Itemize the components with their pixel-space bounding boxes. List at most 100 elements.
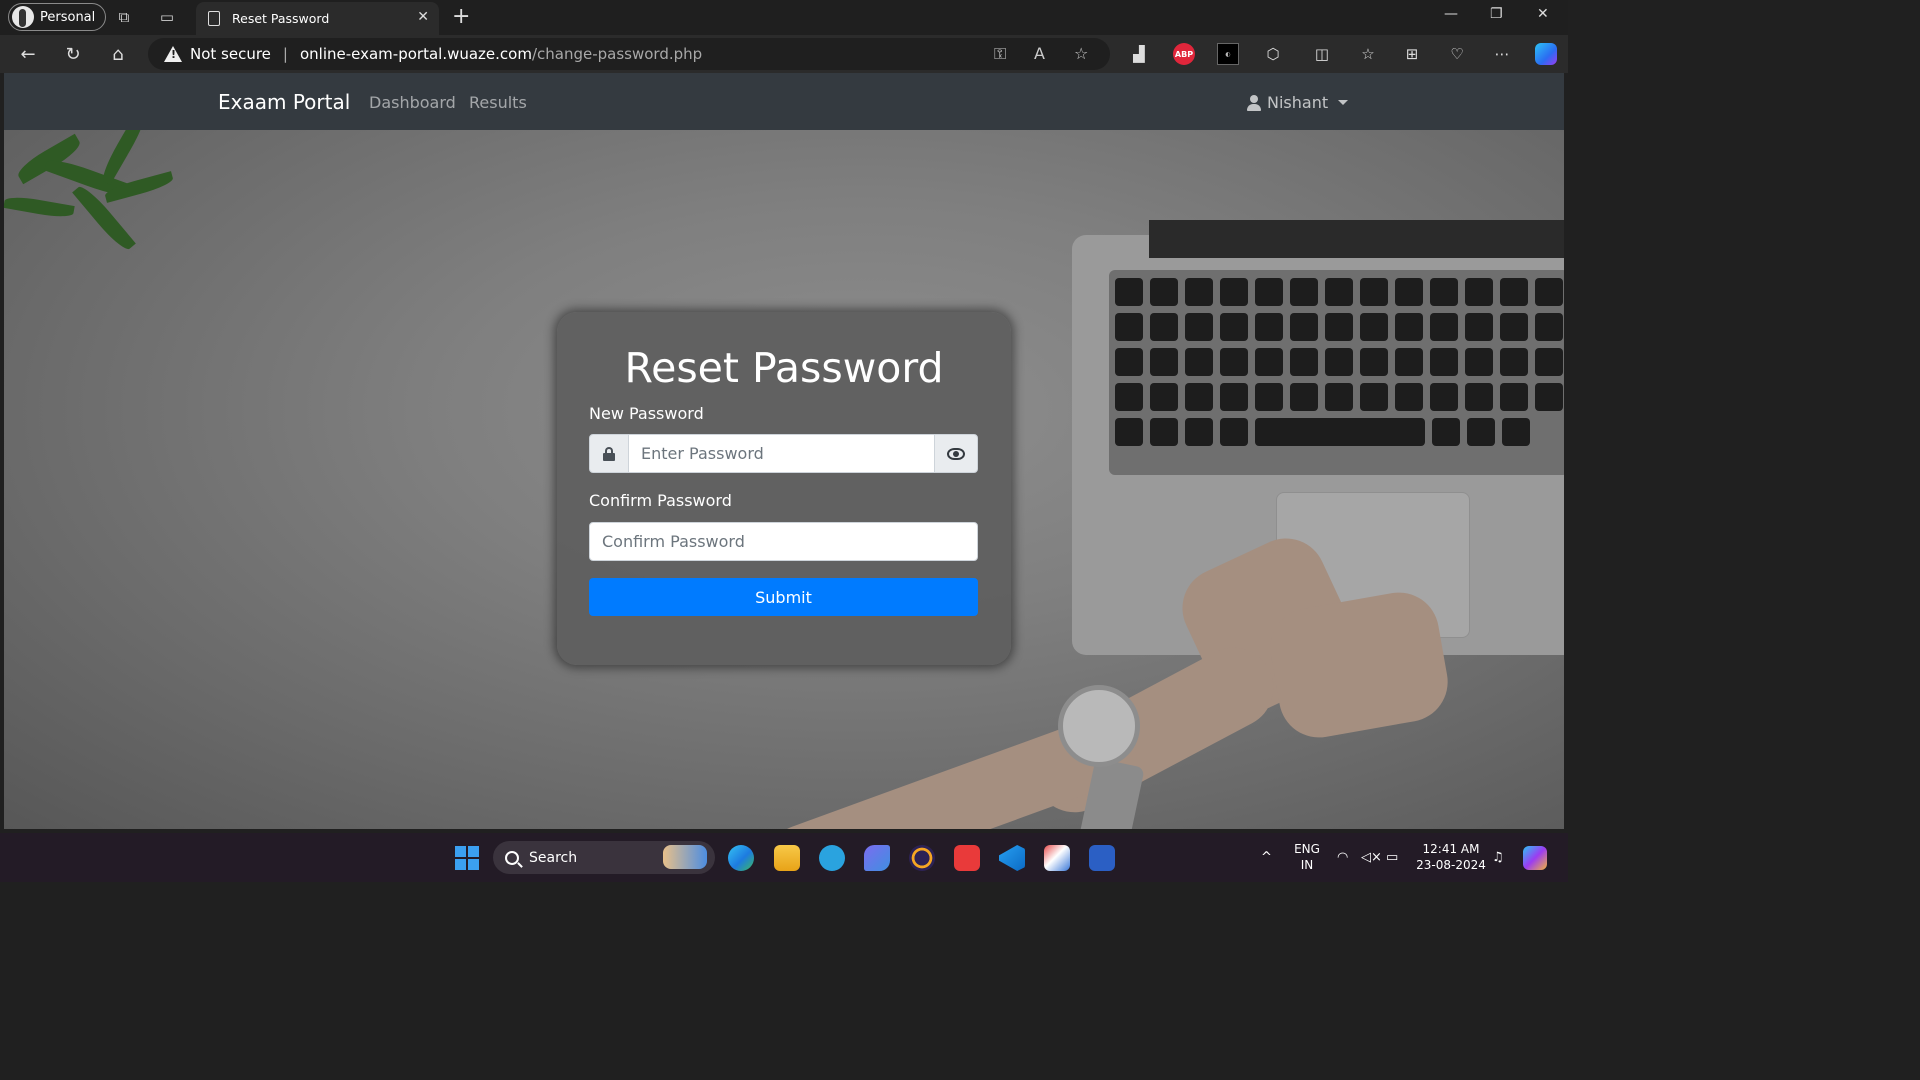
notification-bell-icon[interactable]: ♫ [1492, 850, 1504, 865]
key [1535, 348, 1563, 376]
address-bar[interactable]: Not secure | online-exam-portal.wuaze.co… [148, 38, 1110, 70]
browser-toolbar: ← ↻ ⌂ Not secure | online-exam-portal.wu… [0, 35, 1568, 73]
clock-date[interactable]: 23-08-2024 [1414, 858, 1488, 872]
favorite-star-icon[interactable]: ☆ [1074, 44, 1088, 63]
user-dropdown[interactable]: Nishant [1247, 93, 1349, 112]
web-page: Exaam Portal Dashboard Results Nishant R… [4, 73, 1564, 829]
key [1465, 383, 1493, 411]
caret-down-icon [1338, 100, 1349, 105]
copilot-taskbar-icon[interactable] [1523, 846, 1547, 870]
key [1360, 383, 1388, 411]
key [1360, 313, 1388, 341]
key [1432, 418, 1460, 446]
tab-actions-icon[interactable]: ▭ [158, 8, 176, 26]
home-icon[interactable]: ⌂ [107, 43, 129, 65]
profile-avatar [12, 6, 34, 28]
windows-taskbar: Search ^ ENG IN ◠ ◁× ▭ 12:41 AM 23-08-20… [0, 833, 1568, 882]
app-icon[interactable] [864, 845, 890, 871]
key [1115, 278, 1143, 306]
key [1430, 348, 1458, 376]
restore-icon[interactable]: ❐ [1490, 6, 1503, 22]
file-explorer-icon[interactable] [774, 845, 800, 871]
collections-icon[interactable]: ⊞ [1401, 43, 1423, 65]
key [1255, 418, 1425, 446]
telegram-icon[interactable] [819, 845, 845, 871]
taskbar-search[interactable]: Search [493, 841, 715, 874]
page-icon [208, 11, 220, 26]
nav-link-results[interactable]: Results [469, 93, 527, 112]
adblock-plus-icon[interactable]: ABP [1173, 43, 1195, 65]
key [1255, 383, 1283, 411]
key [1255, 348, 1283, 376]
nav-link-dashboard[interactable]: Dashboard [369, 93, 456, 112]
url-host[interactable]: online-exam-portal.wuaze.com [300, 45, 532, 63]
user-icon [1247, 94, 1261, 111]
lock-addon [589, 434, 629, 473]
back-icon[interactable]: ← [17, 43, 39, 65]
key [1255, 278, 1283, 306]
key [1430, 383, 1458, 411]
security-label[interactable]: Not secure [190, 45, 271, 63]
browser-essentials-icon[interactable]: ♡ [1446, 43, 1468, 65]
laptop-hinge [1149, 220, 1564, 258]
key-row [1115, 278, 1563, 306]
windows-start-icon[interactable] [455, 846, 479, 870]
profile-label: Personal [40, 9, 96, 25]
background-image: Reset Password New Password Confirm Pass… [4, 130, 1564, 829]
new-tab-icon[interactable]: + [452, 4, 470, 29]
profile-button[interactable]: Personal [8, 3, 107, 31]
more-icon[interactable]: ⋯ [1491, 43, 1513, 65]
vscode-icon[interactable] [999, 845, 1025, 871]
key-row [1115, 348, 1563, 376]
wifi-icon[interactable]: ◠ [1337, 850, 1348, 865]
key [1150, 348, 1178, 376]
new-password-input[interactable] [629, 434, 934, 473]
speaker-muted-icon[interactable]: ◁× [1361, 850, 1382, 865]
key [1467, 418, 1495, 446]
split-screen-icon[interactable]: ◫ [1311, 43, 1333, 65]
minimize-icon[interactable]: — [1444, 6, 1458, 22]
word-icon[interactable] [1089, 845, 1115, 871]
key [1430, 313, 1458, 341]
region-code[interactable]: IN [1292, 858, 1322, 872]
key-icon[interactable]: ⚿ [994, 44, 1006, 64]
eclipse-icon[interactable] [909, 845, 935, 871]
close-tab-icon[interactable]: ✕ [417, 9, 429, 25]
key [1465, 313, 1493, 341]
read-aloud-icon[interactable]: A [1034, 44, 1045, 63]
refresh-icon[interactable]: ↻ [62, 43, 84, 65]
search-icon [505, 850, 519, 865]
edge-icon[interactable] [728, 845, 754, 871]
copilot-icon[interactable] [1535, 43, 1557, 65]
confirm-password-label: Confirm Password [589, 491, 732, 510]
key [1465, 348, 1493, 376]
extensions-icon[interactable]: ⬡ [1262, 43, 1284, 65]
key [1150, 383, 1178, 411]
performance-icon[interactable]: ▟ [1128, 43, 1150, 65]
battery-icon[interactable]: ▭ [1386, 850, 1398, 865]
dark-reader-icon[interactable]: ◐ [1217, 43, 1239, 65]
confirm-password-input[interactable] [589, 522, 978, 561]
key [1395, 313, 1423, 341]
submit-button[interactable]: Submit [589, 578, 978, 616]
clock-time[interactable]: 12:41 AM [1414, 842, 1488, 856]
workspaces-icon[interactable]: ⧉ [115, 8, 133, 26]
key [1220, 278, 1248, 306]
chevron-up-icon[interactable]: ^ [1261, 850, 1272, 865]
key-row [1115, 418, 1530, 446]
favorites-icon[interactable]: ☆ [1357, 43, 1379, 65]
url-path[interactable]: /change-password.php [532, 45, 702, 63]
warning-icon[interactable] [164, 46, 182, 62]
search-highlight-image [663, 845, 707, 869]
tab-reset-password[interactable]: Reset Password ✕ [196, 2, 439, 35]
site-brand[interactable]: Exaam Portal [218, 90, 350, 114]
toggle-visibility-button[interactable] [934, 434, 978, 473]
reset-password-card: Reset Password New Password Confirm Pass… [557, 312, 1011, 665]
snipping-tool-icon[interactable] [1044, 845, 1070, 871]
browser-titlebar: Personal ⧉ ▭ Reset Password ✕ + — ❐ ✕ [0, 0, 1568, 35]
language-code[interactable]: ENG [1292, 842, 1322, 856]
eye-icon [947, 447, 965, 460]
close-window-icon[interactable]: ✕ [1537, 6, 1549, 22]
anydesk-icon[interactable] [954, 845, 980, 871]
key [1185, 348, 1213, 376]
